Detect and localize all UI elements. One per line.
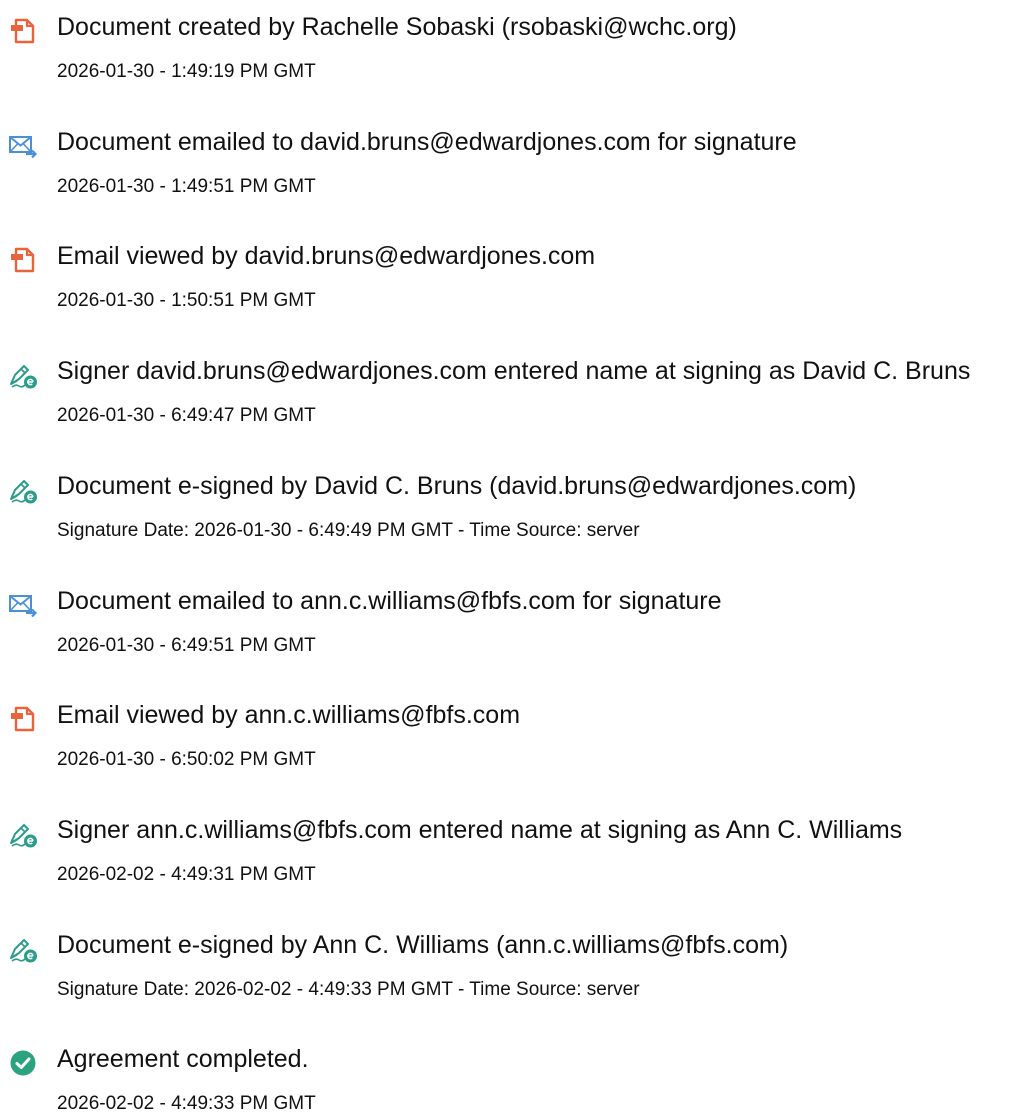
- event-timestamp: 2026-01-30 - 6:49:47 PM GMT: [57, 405, 316, 426]
- history-event: Signer david.bruns@edwardjones.com enter…: [0, 350, 1034, 430]
- event-title: Document created by Rachelle Sobaski (rs…: [57, 13, 737, 41]
- history-event: Document e-signed by David C. Bruns (dav…: [0, 465, 1034, 545]
- check-circle-icon: [10, 1050, 36, 1076]
- signer-icon: [10, 824, 37, 848]
- signer-icon: [10, 939, 37, 963]
- event-title: Signer david.bruns@edwardjones.com enter…: [57, 357, 971, 385]
- event-title: Document e-signed by Ann C. Williams (an…: [57, 931, 789, 959]
- event-title: Email viewed by david.bruns@edwardjones.…: [57, 242, 596, 270]
- email-icon: [9, 136, 38, 159]
- email-icon: [9, 595, 38, 618]
- event-timestamp: 2026-01-30 - 1:49:51 PM GMT: [57, 176, 316, 197]
- event-timestamp: 2026-01-30 - 1:49:19 PM GMT: [57, 61, 316, 82]
- event-timestamp: 2026-01-30 - 1:50:51 PM GMT: [57, 290, 316, 311]
- document-icon: [11, 247, 35, 273]
- history-event: Document e-signed by Ann C. Williams (an…: [0, 924, 1034, 1004]
- event-icon: [8, 16, 38, 46]
- event-icon: [8, 934, 38, 964]
- history-event: Document created by Rachelle Sobaski (rs…: [0, 6, 1034, 86]
- signer-icon: [10, 480, 37, 504]
- event-title: Signer ann.c.williams@fbfs.com entered n…: [57, 816, 903, 844]
- event-timestamp: Signature Date: 2026-02-02 - 4:49:33 PM …: [57, 979, 640, 1000]
- event-title: Document emailed to david.bruns@edwardjo…: [57, 128, 797, 156]
- event-title: Document emailed to ann.c.williams@fbfs.…: [57, 587, 722, 615]
- event-title: Email viewed by ann.c.williams@fbfs.com: [57, 701, 521, 729]
- event-icon: [8, 590, 38, 620]
- event-icon: [8, 704, 38, 734]
- document-icon: [11, 706, 35, 732]
- event-title: Agreement completed.: [57, 1045, 309, 1073]
- signer-icon: [10, 365, 37, 389]
- history-event: Email viewed by ann.c.williams@fbfs.com 2…: [0, 694, 1034, 774]
- event-timestamp: 2026-01-30 - 6:50:02 PM GMT: [57, 749, 316, 770]
- history-event: Document emailed to ann.c.williams@fbfs.…: [0, 580, 1034, 660]
- history-event: Document emailed to david.bruns@edwardjo…: [0, 121, 1034, 201]
- event-icon: [8, 131, 38, 161]
- history-event: Email viewed by david.bruns@edwardjones.…: [0, 235, 1034, 315]
- history-event: Agreement completed. 2026-02-02 - 4:49:33…: [0, 1038, 1034, 1118]
- document-icon: [11, 18, 35, 44]
- event-icon: [8, 245, 38, 275]
- event-icon: [8, 819, 38, 849]
- event-timestamp: 2026-02-02 - 4:49:33 PM GMT: [57, 1093, 316, 1114]
- event-timestamp: 2026-02-02 - 4:49:31 PM GMT: [57, 864, 316, 885]
- event-timestamp: Signature Date: 2026-01-30 - 6:49:49 PM …: [57, 520, 640, 541]
- event-timestamp: 2026-01-30 - 6:49:51 PM GMT: [57, 635, 316, 656]
- history-event: Signer ann.c.williams@fbfs.com entered n…: [0, 809, 1034, 889]
- event-title: Document e-signed by David C. Bruns (dav…: [57, 472, 857, 500]
- event-icon: [8, 475, 38, 505]
- event-icon: [8, 360, 38, 390]
- event-icon: [8, 1048, 38, 1078]
